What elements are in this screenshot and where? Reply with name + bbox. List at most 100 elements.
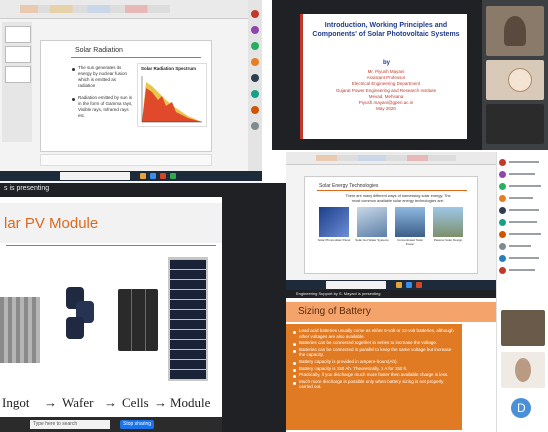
meet-sidebar-bottom: D [496,290,548,432]
slide-title: Sizing of Battery [298,306,371,317]
title-underline [6,245,216,246]
taskbar: Type here to search Stop sharing [0,417,222,432]
search-placeholder: Type here to search [33,421,78,427]
flow-arrow: → [104,395,117,410]
video-tile[interactable] [486,104,544,144]
participant-row[interactable] [497,206,548,216]
taskbar [286,280,496,290]
app-icon[interactable] [170,173,176,179]
participant-avatar[interactable] [251,42,259,50]
spectrum-chart: Solar Radiation Spectrum [137,63,207,127]
wafer-image [62,287,102,347]
module-image [168,257,208,381]
slide-thumbnails[interactable] [2,22,32,142]
participant-avatar[interactable] [251,10,259,18]
participant-row[interactable] [497,158,548,168]
app-icon[interactable] [396,282,402,288]
battery-bullets: Lead acid batteries usually come as eith… [292,328,458,390]
participant-avatar[interactable] [251,122,259,130]
presenting-band: s is presenting [0,183,286,197]
app-icon[interactable] [150,173,156,179]
flow-arrow: → [154,395,167,410]
presenting-label: s is presenting [4,185,50,192]
technologies-slide: Solar Energy Technologies There are many… [304,176,478,274]
top-right-screen: Introduction, Working Principles and Com… [272,0,482,150]
tech-caption: Solar Hot Water Systems [355,238,389,242]
tech-image [357,207,387,237]
title-slide: Introduction, Working Principles and Com… [300,14,467,139]
participant-row[interactable] [497,242,548,252]
tech-caption: Passive Solar Design [433,238,463,242]
title-underline [317,190,467,191]
slide-title: Introduction, Working Principles and Com… [312,22,460,38]
chart-title: Solar Radiation Spectrum [141,66,197,71]
participant-avatar[interactable] [251,90,259,98]
person-silhouette [515,358,531,382]
intro-text: There are many different ways of harness… [345,194,451,203]
participant-avatar[interactable] [251,26,259,34]
app-icon[interactable] [406,282,412,288]
tech-caption: Concentrated Solar Power [397,238,423,246]
participant-row[interactable] [497,218,548,228]
title-banner: Sizing of Battery [286,302,496,322]
participant-row[interactable] [497,194,548,204]
video-tile[interactable] [501,352,545,388]
tech-image [433,207,463,237]
ppt-ribbon [0,0,262,19]
slide-title: lar PV Module [4,215,99,232]
ribbon-tools[interactable] [316,155,456,161]
bullet-item: Battery capacity is provided in ampere-h… [292,359,458,365]
participant-avatar[interactable]: D [511,398,531,418]
participant-row[interactable] [497,182,548,192]
stop-sharing-label: Stop sharing [123,421,152,427]
thumb[interactable] [5,26,31,43]
app-icon[interactable] [416,282,422,288]
presenting-text: Engineering Support by S. Mayani is pres… [296,291,381,296]
slide-title: Solar Energy Technologies [319,183,379,189]
bullet-item: The sun generates its energy by nuclear … [71,65,133,89]
search-box[interactable] [326,281,386,289]
bullet-item: Battery capacity is 150 Ah. Theoreticall… [292,366,458,372]
participant-row[interactable] [497,230,548,240]
bottom-right-screen: Engineering Support by S. Mayani is pres… [286,290,496,432]
app-icon[interactable] [160,173,166,179]
participant-row[interactable] [497,266,548,276]
author-block: Mr. Piyush Mayani Assistant Professor El… [311,69,461,112]
participant-strip [248,0,262,171]
flow-arrow: → [44,395,57,410]
notes-pane[interactable] [40,154,212,166]
top-left-screen: Solar Radiation The sun generates its en… [0,0,262,185]
app-icon[interactable] [140,173,146,179]
participant-row[interactable] [497,170,548,180]
thumb[interactable] [5,66,31,83]
stop-sharing-button[interactable]: Stop sharing [120,420,154,429]
bullet-item: Practically, if you discharge much more … [292,372,458,378]
search-box[interactable] [60,172,130,180]
radiation-bullets: The sun generates its energy by nuclear … [71,65,133,119]
participant-row[interactable] [497,254,548,264]
bottom-left-screen: lar PV Module Ingot → Wafer → Cells → Mo… [0,197,222,432]
search-input[interactable]: Type here to search [30,420,110,429]
participant-list [496,152,548,290]
ribbon-tools[interactable] [20,5,170,13]
participant-avatar[interactable] [251,74,259,82]
bullet-item: Batteries can be connected together in s… [292,340,458,346]
meet-sidebar-top [482,0,548,150]
video-tile[interactable] [501,310,545,346]
title-underline [71,57,201,58]
cell-image [118,289,158,351]
gap-dark [222,197,286,432]
bullet-item: Lead acid batteries usually come as eith… [292,328,458,339]
flow-label-cells: Cells [122,395,149,410]
slide-title: Solar Radiation [75,47,123,54]
avatar-initial: D [517,401,526,415]
flow-label-wafer: Wafer [62,395,94,410]
participant-avatar[interactable] [251,58,259,66]
video-tile[interactable] [486,6,544,56]
tech-caption: Solar Photovoltaic Panel [317,238,351,242]
ingot-image [0,297,40,363]
video-tile[interactable] [486,60,544,100]
bullet-item: Much more discharge is possible only whe… [292,379,458,390]
participant-avatar[interactable] [251,106,259,114]
thumb[interactable] [5,46,31,63]
